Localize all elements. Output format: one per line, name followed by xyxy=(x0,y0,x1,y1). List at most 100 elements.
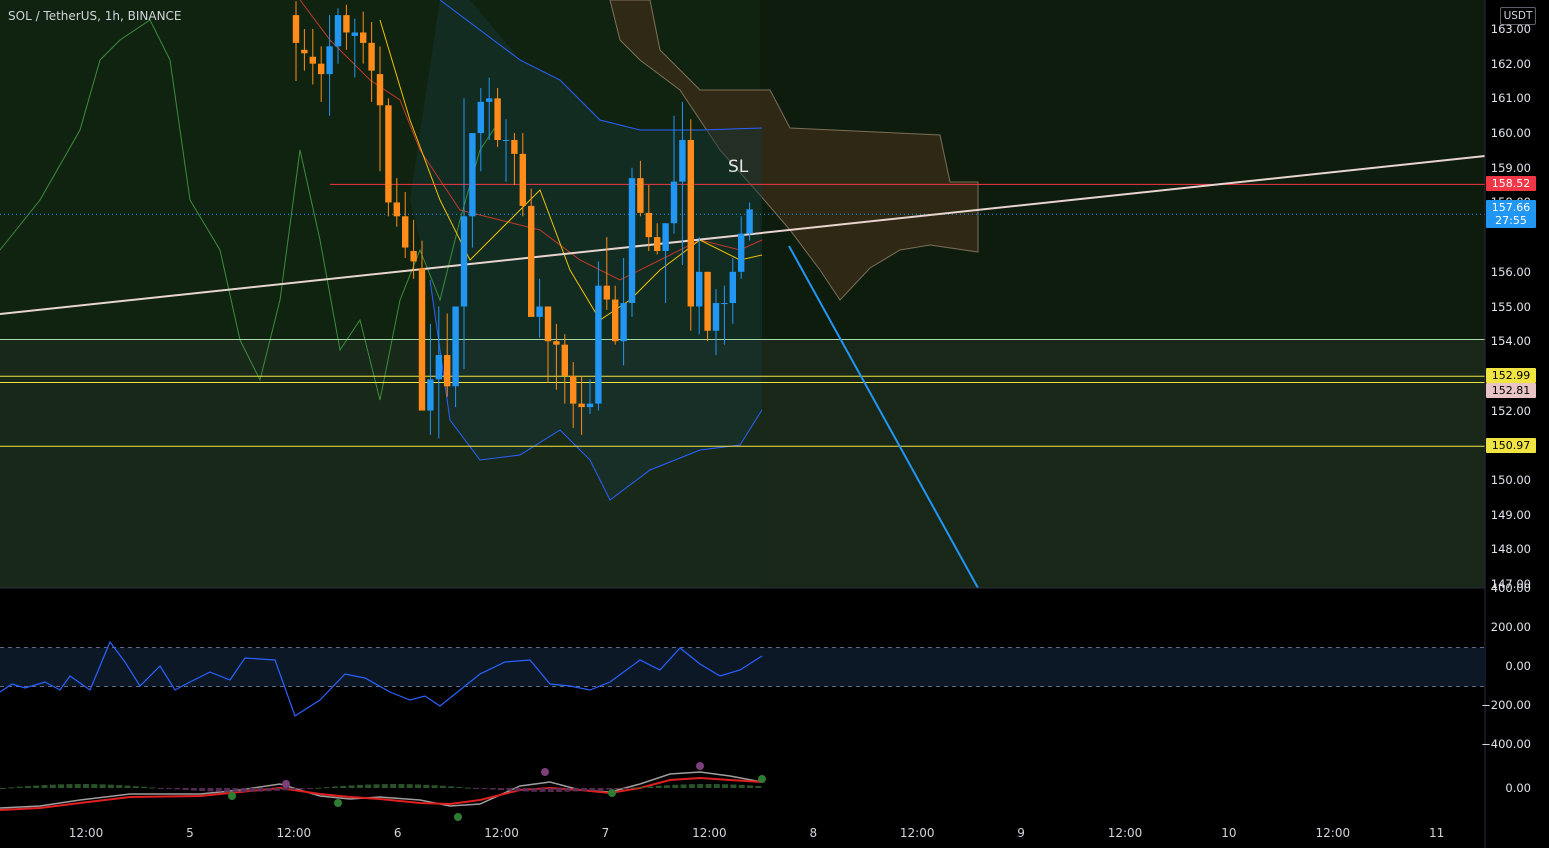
macd-histogram-bar xyxy=(448,786,455,788)
candle xyxy=(687,119,694,331)
price-axis-label: 156.00 xyxy=(1490,264,1531,279)
macd-histogram-bar xyxy=(639,786,646,788)
symbol-title[interactable]: SOL / TetherUS, 1h, BINANCE xyxy=(8,9,182,23)
macd-histogram-bar xyxy=(74,784,81,788)
candle xyxy=(528,188,535,317)
macd-histogram-bar xyxy=(406,784,413,788)
macd-histogram-bar xyxy=(273,788,280,791)
macd-histogram-bar xyxy=(589,788,596,791)
price-axis-label: 155.00 xyxy=(1490,299,1531,314)
macd-histogram-bar xyxy=(672,784,679,788)
time-axis-label: 12:00 xyxy=(276,826,312,840)
time-axis-label: 12:00 xyxy=(68,826,104,840)
macd-histogram-bar xyxy=(249,788,255,792)
price-axis-label: 152.00 xyxy=(1490,403,1531,418)
macd-histogram-bar xyxy=(747,785,753,788)
macd-histogram-bar xyxy=(572,788,579,792)
sl-price-tag: 158.52 xyxy=(1486,176,1536,192)
macd-histogram-bar xyxy=(439,785,446,788)
macd-histogram-bar xyxy=(373,784,380,788)
price-axis-label: 148.00 xyxy=(1490,542,1531,557)
macd-histogram-bar xyxy=(722,784,729,788)
macd-histogram-bar xyxy=(398,784,405,788)
level-3-tag: 150.97 xyxy=(1486,438,1536,454)
macd-histogram-bar xyxy=(141,786,148,788)
macd-histogram-bar xyxy=(83,784,89,788)
macd-cross-dot xyxy=(758,775,766,783)
level-1-tag: 152.99 xyxy=(1486,368,1536,384)
osc-axis-label: −200.00 xyxy=(1481,698,1531,712)
time-axis-label: 5 xyxy=(186,826,194,840)
macd-histogram-bar xyxy=(390,784,397,788)
macd-histogram-bar xyxy=(630,787,637,789)
macd-histogram-bar xyxy=(348,785,355,788)
macd-histogram-bar xyxy=(332,786,338,788)
macd-histogram-bar xyxy=(41,785,48,788)
macd-histogram-bar xyxy=(713,784,720,788)
candle xyxy=(704,271,711,342)
macd-cross-dot xyxy=(334,799,342,807)
osc-axis-label: 200.00 xyxy=(1490,620,1531,634)
price-axis-label: 149.00 xyxy=(1490,507,1531,522)
macd-histogram-bar xyxy=(157,788,164,789)
macd-histogram-bar xyxy=(66,784,73,788)
macd-histogram-bar xyxy=(340,785,347,788)
macd-histogram-bar xyxy=(215,788,222,792)
sl-annotation: SL xyxy=(728,157,749,177)
macd-histogram-bar xyxy=(688,784,695,788)
price-axis-label: 160.00 xyxy=(1490,126,1531,141)
macd-histogram-bar xyxy=(257,788,264,792)
time-axis-label: 9 xyxy=(1017,826,1025,840)
price-axis-label: 154.00 xyxy=(1490,334,1531,349)
candle xyxy=(385,98,392,217)
macd-histogram-bar xyxy=(8,787,15,789)
price-chart[interactable] xyxy=(0,0,1549,848)
macd-histogram-bar xyxy=(58,784,65,788)
macd-histogram-bar xyxy=(132,786,139,788)
osc-axis-label: 0.00 xyxy=(1505,659,1531,673)
time-axis-label: 12:00 xyxy=(484,826,519,840)
macd-histogram-bar xyxy=(415,784,421,788)
chart-root[interactable]: SOL / TetherUS, 1h, BINANCE USDT SL 163.… xyxy=(0,0,1549,848)
osc-axis-label: 400.00 xyxy=(1490,581,1531,595)
macd-histogram-bar xyxy=(622,788,629,789)
macd-histogram-bar xyxy=(755,785,762,788)
price-axis-label: 161.00 xyxy=(1490,91,1531,106)
macd-cross-dot xyxy=(282,780,290,788)
macd-signal-line xyxy=(0,771,763,809)
time-axis-label: 12:00 xyxy=(1107,826,1143,840)
macd-histogram-bar xyxy=(240,788,247,792)
macd-histogram-bar xyxy=(605,788,612,790)
macd-histogram-bar xyxy=(298,788,305,790)
macd-histogram-bar xyxy=(33,785,40,788)
macd-histogram-bar xyxy=(207,788,214,792)
macd-histogram-bar xyxy=(581,788,587,792)
osc-axis-label: −400.00 xyxy=(1481,737,1531,751)
macd-histogram-bar xyxy=(730,784,737,788)
macd-cross-dot xyxy=(541,768,549,776)
macd-histogram-bar xyxy=(149,787,156,789)
macd-histogram-bar xyxy=(190,788,197,791)
macd-cross-dot xyxy=(608,789,616,797)
macd-histogram-bar xyxy=(647,786,654,788)
price-axis-label: 162.00 xyxy=(1490,56,1531,71)
macd-histogram-bar xyxy=(539,788,546,792)
time-axis-label: 10 xyxy=(1221,826,1237,840)
macd-histogram-bar xyxy=(456,786,463,788)
macd-histogram-bar xyxy=(531,788,538,792)
macd-cross-dot xyxy=(454,813,462,821)
time-axis-label: 12:00 xyxy=(692,826,727,840)
macd-histogram-bar xyxy=(16,786,23,788)
price-axis-label: 150.00 xyxy=(1490,472,1531,487)
macd-histogram-bar xyxy=(124,785,131,788)
macd-histogram-bar xyxy=(547,788,554,792)
macd-histogram-bar xyxy=(464,787,471,789)
macd-histogram-bar xyxy=(99,784,106,788)
macd-histogram-bar xyxy=(381,784,388,788)
time-axis-label: 6 xyxy=(393,826,402,840)
time-axis-label: 12:00 xyxy=(899,826,935,840)
macd-histogram-bar xyxy=(506,788,513,791)
macd-histogram-bar xyxy=(597,788,604,791)
macd-histogram-bar xyxy=(174,788,181,790)
macd-histogram-bar xyxy=(738,784,745,788)
